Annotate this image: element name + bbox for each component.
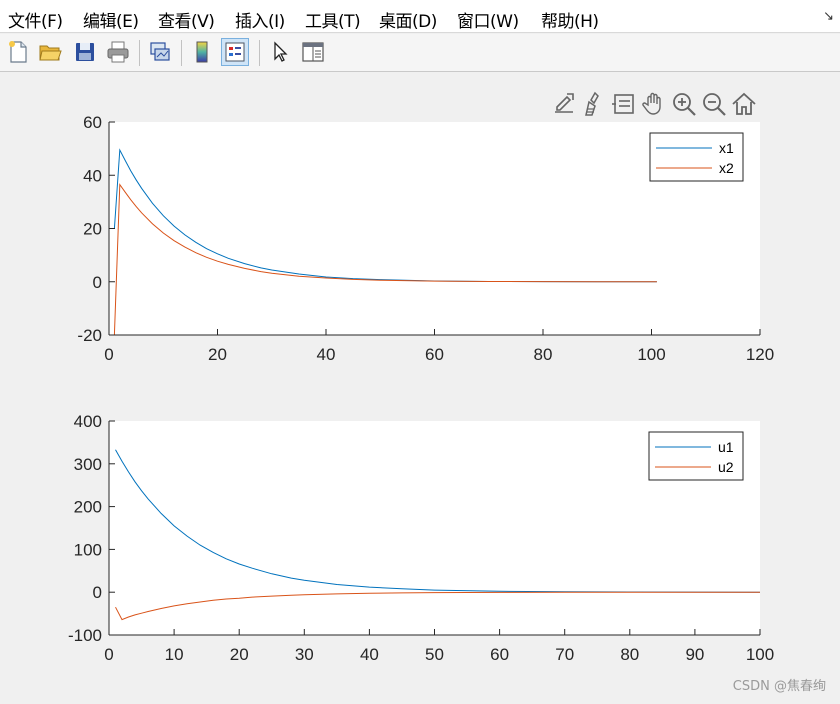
figure-toolbar (0, 34, 840, 72)
save-icon[interactable] (71, 38, 99, 66)
x-tick-label: 40 (360, 645, 379, 664)
x-tick-label: 90 (685, 645, 704, 664)
toolbar-separator (181, 40, 182, 66)
plot-area[interactable] (109, 421, 760, 635)
x-tick-label: 40 (317, 345, 336, 364)
y-tick-label: 0 (93, 273, 102, 292)
menu-help[interactable]: 帮助(H) (541, 7, 599, 32)
menu-insert[interactable]: 插入(I) (235, 7, 285, 32)
x-tick-label: 0 (104, 645, 113, 664)
y-tick-label: 200 (74, 498, 102, 517)
legend[interactable]: x1x2 (649, 132, 744, 182)
y-tick-label: -20 (77, 326, 102, 345)
pan-icon[interactable] (640, 90, 668, 118)
zoom-out-icon[interactable] (700, 90, 728, 118)
legend-label-x2: x2 (719, 160, 734, 176)
axes-top[interactable]: 0 20 40 60 80 100 120-200204060x1x2 (77, 113, 774, 364)
menu-view[interactable]: 查看(V) (158, 7, 215, 32)
y-tick-label: 20 (83, 220, 102, 239)
x-tick-label: 100 (746, 645, 774, 664)
print-icon[interactable] (104, 38, 132, 66)
series-line-u1 (115, 449, 760, 593)
y-tick-label: 60 (83, 113, 102, 132)
legend-label-x1: x1 (719, 140, 734, 156)
watermark: CSDN @焦春绚 (732, 679, 826, 694)
x-tick-label: 20 (208, 345, 227, 364)
link-plot-icon[interactable] (146, 38, 174, 66)
legend-box (649, 132, 744, 182)
home-icon[interactable] (730, 90, 758, 118)
pointer-icon[interactable] (266, 38, 294, 66)
x-tick-label: 20 (230, 645, 249, 664)
y-tick-label: 100 (74, 540, 102, 559)
menu-edit[interactable]: 编辑(E) (83, 7, 139, 32)
x-tick-label: 30 (295, 645, 314, 664)
menu-desktop[interactable]: 桌面(D) (379, 7, 437, 32)
colorbar-icon[interactable] (188, 38, 216, 66)
legend-label-u2: u2 (718, 459, 734, 475)
plot-area[interactable] (109, 122, 760, 335)
menu-file[interactable]: 文件(F) (8, 7, 63, 32)
menu-window[interactable]: 窗口(W) (457, 7, 519, 32)
toolbar-separator (259, 40, 260, 66)
legend[interactable]: u1u2 (648, 431, 744, 481)
toolbar-separator (139, 40, 140, 66)
y-tick-label: 0 (93, 583, 102, 602)
legend-label-u1: u1 (718, 439, 734, 455)
series-line-x1 (113, 148, 657, 283)
x-tick-label: 50 (425, 645, 444, 664)
x-tick-label: 0 (104, 345, 113, 364)
menu-tools[interactable]: 工具(T) (305, 7, 361, 32)
x-tick-label: 70 (555, 645, 574, 664)
series-line-u2 (115, 591, 760, 621)
zoom-in-icon[interactable] (670, 90, 698, 118)
x-tick-label: 60 (425, 345, 444, 364)
y-tick-label: 40 (83, 166, 102, 185)
x-tick-label: 10 (165, 645, 184, 664)
x-tick-label: 60 (490, 645, 509, 664)
expand-toolstrip-icon[interactable]: ↘ (823, 8, 834, 24)
x-tick-label: 120 (746, 345, 774, 364)
new-file-icon[interactable] (4, 38, 32, 66)
series-line-x2 (113, 183, 657, 335)
brush-icon[interactable] (581, 90, 609, 118)
open-folder-icon[interactable] (36, 38, 64, 66)
axes-toolbar (548, 90, 768, 120)
y-tick-label: 400 (74, 412, 102, 431)
x-tick-label: 100 (637, 345, 665, 364)
property-inspector-icon[interactable] (299, 38, 327, 66)
x-tick-label: 80 (534, 345, 553, 364)
axes-bottom[interactable]: 0 10 20 30 40 50 60 70 80 90 100-1000100200300400u… (68, 412, 774, 664)
data-tips-icon[interactable] (610, 90, 638, 118)
legend-box (648, 431, 744, 481)
y-tick-label: -100 (68, 626, 102, 645)
y-tick-label: 300 (74, 455, 102, 474)
export-icon[interactable] (550, 90, 578, 118)
legend-icon[interactable] (221, 38, 249, 66)
menu-bar: 文件(F) 编辑(E) 查看(V) 插入(I) 工具(T) 桌面(D) 窗口(W… (0, 0, 840, 33)
x-tick-label: 80 (620, 645, 639, 664)
